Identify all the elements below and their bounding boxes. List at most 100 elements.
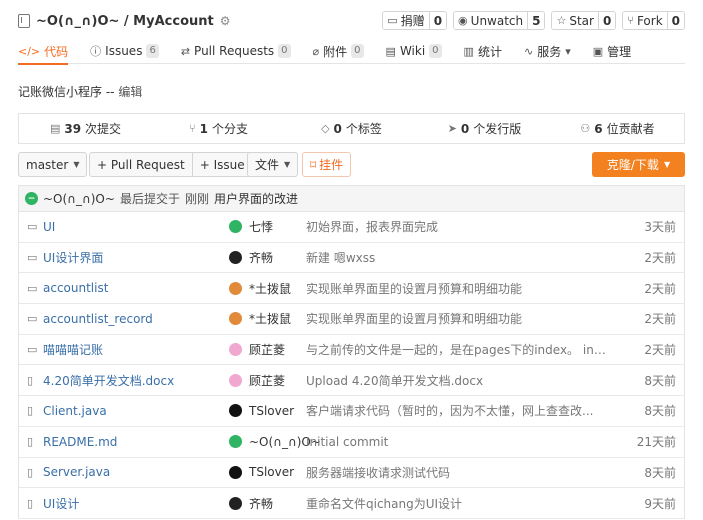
branch-selector[interactable]: master ▼ [18, 152, 88, 177]
chevron-down-icon: ▼ [663, 160, 671, 169]
star-count[interactable]: 0 [597, 12, 616, 29]
table-row: ▭ accountlist *土拨鼠 实现账单界面里的设置月预算和明细功能 2天前 [18, 273, 685, 305]
wiki-icon: ▤ [385, 44, 396, 58]
commit-author[interactable]: 七悸 [229, 218, 273, 235]
stat-commits[interactable]: ▤ 39 次提交 [19, 114, 152, 143]
wiki-badge: 0 [429, 44, 442, 58]
file-name-link[interactable]: ▭ UI设计界面 [27, 249, 103, 266]
donate-count[interactable]: 0 [428, 12, 447, 29]
branch-icon: ⑂ [189, 122, 196, 135]
commit-author[interactable]: TSlover [229, 404, 294, 418]
commit-time: 8天前 [644, 373, 676, 388]
eye-icon: ◉ [458, 14, 468, 27]
repository-icon [18, 14, 30, 28]
repo-title[interactable]: ~O(∩_∩)O~ / MyAccount [36, 14, 214, 29]
new-pull-request-button[interactable]: + Pull Request [90, 153, 192, 176]
file-name-link[interactable]: ▯ Server.java [27, 465, 110, 479]
avatar [229, 373, 242, 387]
avatar[interactable]: − [25, 192, 38, 205]
commit-time: 8天前 [644, 404, 676, 419]
pull-requests-badge: 0 [278, 44, 291, 58]
commit-message-link[interactable]: Upload 4.20简单开发文档.docx [306, 372, 606, 389]
commit-message-link[interactable]: 实现账单界面里的设置月预算和明细功能 [306, 280, 606, 297]
star-icon: ☆ [556, 14, 567, 27]
last-commit-author[interactable]: ~O(∩_∩)O~ [43, 192, 115, 206]
file-name-link[interactable]: ▭ 喵喵喵记账 [27, 341, 103, 358]
commit-message-link[interactable]: 与之前传的文件是一起的，是在pages下的index。 inp... [306, 341, 606, 358]
commit-message-link[interactable]: 服务器端接收请求测试代码 [306, 464, 606, 481]
repo-description: 记账微信小程序 -- 编辑 [18, 83, 142, 100]
unwatch-button[interactable]: ◉ Unwatch 5 [453, 11, 546, 30]
tag-icon: ◇ [321, 122, 330, 135]
file-name-link[interactable]: ▭ UI [27, 220, 55, 234]
widget-button[interactable]: ⌑ 挂件 [302, 152, 352, 177]
fork-button[interactable]: ⑂ Fork 0 [622, 11, 685, 30]
commit-author[interactable]: TSlover [229, 465, 294, 479]
file-name-link[interactable]: ▯ README.md [27, 435, 117, 449]
tab-pull-requests[interactable]: ⇄ Pull Requests 0 [170, 38, 302, 64]
last-commit-message[interactable]: 用户界面的改进 [214, 190, 298, 207]
commit-message-link[interactable]: 新建 嗯wxss [306, 249, 606, 266]
chevron-down-icon: ▾ [565, 44, 571, 58]
table-row: ▯ Client.java TSlover 客户端请求代码（暂时的，因为不太懂，网上查… [18, 396, 685, 427]
file-name-link[interactable]: ▭ accountlist [27, 281, 108, 295]
commit-author[interactable]: 顾芷菱 [229, 372, 285, 389]
tab-services[interactable]: ∿ 服务 ▾ [513, 38, 582, 64]
folder-icon: ▭ [27, 220, 38, 234]
repo-header: ~O(∩_∩)O~ / MyAccount ⚙ [18, 10, 231, 32]
pull-request-icon: ⇄ [180, 44, 191, 58]
file-name-link[interactable]: ▯ Client.java [27, 404, 107, 418]
commit-author[interactable]: *土拨鼠 [229, 280, 291, 297]
commit-time: 3天前 [644, 220, 676, 235]
tab-issues[interactable]: ⓘ Issues 6 [79, 38, 170, 64]
folder-icon: ▭ [27, 251, 38, 265]
tab-wiki[interactable]: ▤ Wiki 0 [375, 38, 453, 64]
fork-icon: ⑂ [627, 14, 634, 27]
last-commit-bar: − ~O(∩_∩)O~ 最后提交于 刚刚 用户界面的改进 [18, 185, 685, 212]
new-issue-button[interactable]: + Issue [191, 153, 252, 176]
table-row: ▯ 4.20简单开发文档.docx 顾芷菱 Upload 4.20简单开发文档.doc… [18, 365, 685, 397]
commit-message-link[interactable]: 初始界面，报表界面完成 [306, 218, 606, 235]
last-commit-label: 最后提交于 [119, 192, 180, 206]
avatar [229, 435, 242, 449]
commit-author[interactable]: 齐畅 [229, 249, 273, 266]
repo-actions: ▭ 捐赠 0 ◉ Unwatch 5 ☆ Star 0 ⑂ Fork 0 [382, 11, 685, 30]
commit-time: 2天前 [644, 281, 676, 296]
commit-time: 21天前 [636, 435, 676, 450]
file-icon: ▯ [27, 435, 34, 449]
tab-statistics[interactable]: ▥ 统计 [453, 38, 513, 64]
commit-message-link[interactable]: Initial commit [306, 435, 606, 449]
bookmark-icon: ⌑ [310, 157, 317, 172]
commit-author[interactable]: 顾芷菱 [229, 341, 285, 358]
avatar [229, 251, 242, 265]
edit-description-link[interactable]: 编辑 [118, 85, 142, 99]
tab-code[interactable]: </> 代码 [18, 38, 79, 65]
commit-message-link[interactable]: 客户端请求代码（暂时的，因为不太懂，网上查查改... [306, 402, 606, 419]
service-icon: ∿ [523, 44, 534, 58]
fork-count[interactable]: 0 [666, 12, 684, 29]
tab-attachments[interactable]: ⌀ 附件 0 [302, 38, 375, 64]
commit-time: 2天前 [644, 312, 676, 327]
file-menu-button[interactable]: 文件 ▼ [247, 152, 299, 177]
star-button[interactable]: ☆ Star 0 [551, 11, 617, 30]
issues-badge: 6 [146, 44, 159, 58]
attachments-badge: 0 [351, 44, 364, 58]
commit-author[interactable]: 齐畅 [229, 495, 273, 512]
chevron-down-icon: ▼ [284, 160, 291, 169]
file-name-link[interactable]: ▯ 4.20简单开发文档.docx [27, 372, 174, 389]
issue-icon: ⓘ [90, 45, 102, 58]
commit-message-link[interactable]: 重命名文件qichang为UI设计 [306, 495, 606, 512]
clone-download-button[interactable]: 克隆/下载 ▼ [592, 152, 685, 177]
commit-author[interactable]: *土拨鼠 [229, 310, 291, 327]
stat-releases[interactable]: ➤ 0 个发行版 [418, 114, 551, 143]
tab-manage[interactable]: ▣ 管理 [582, 38, 642, 64]
donate-button[interactable]: ▭ 捐赠 0 [382, 11, 448, 30]
stat-tags[interactable]: ◇ 0 个标签 [285, 114, 418, 143]
file-name-link[interactable]: ▯ UI设计 [27, 495, 79, 512]
stat-branches[interactable]: ⑂ 1 个分支 [152, 114, 285, 143]
file-name-link[interactable]: ▭ accountlist_record [27, 312, 153, 326]
watch-count[interactable]: 5 [527, 12, 545, 29]
commit-message-link[interactable]: 实现账单界面里的设置月预算和明细功能 [306, 310, 606, 327]
stat-contributors[interactable]: ⚇ 6 位贡献者 [551, 114, 684, 143]
table-row: ▯ Server.java TSlover 服务器端接收请求测试代码 8天前 [18, 457, 685, 489]
